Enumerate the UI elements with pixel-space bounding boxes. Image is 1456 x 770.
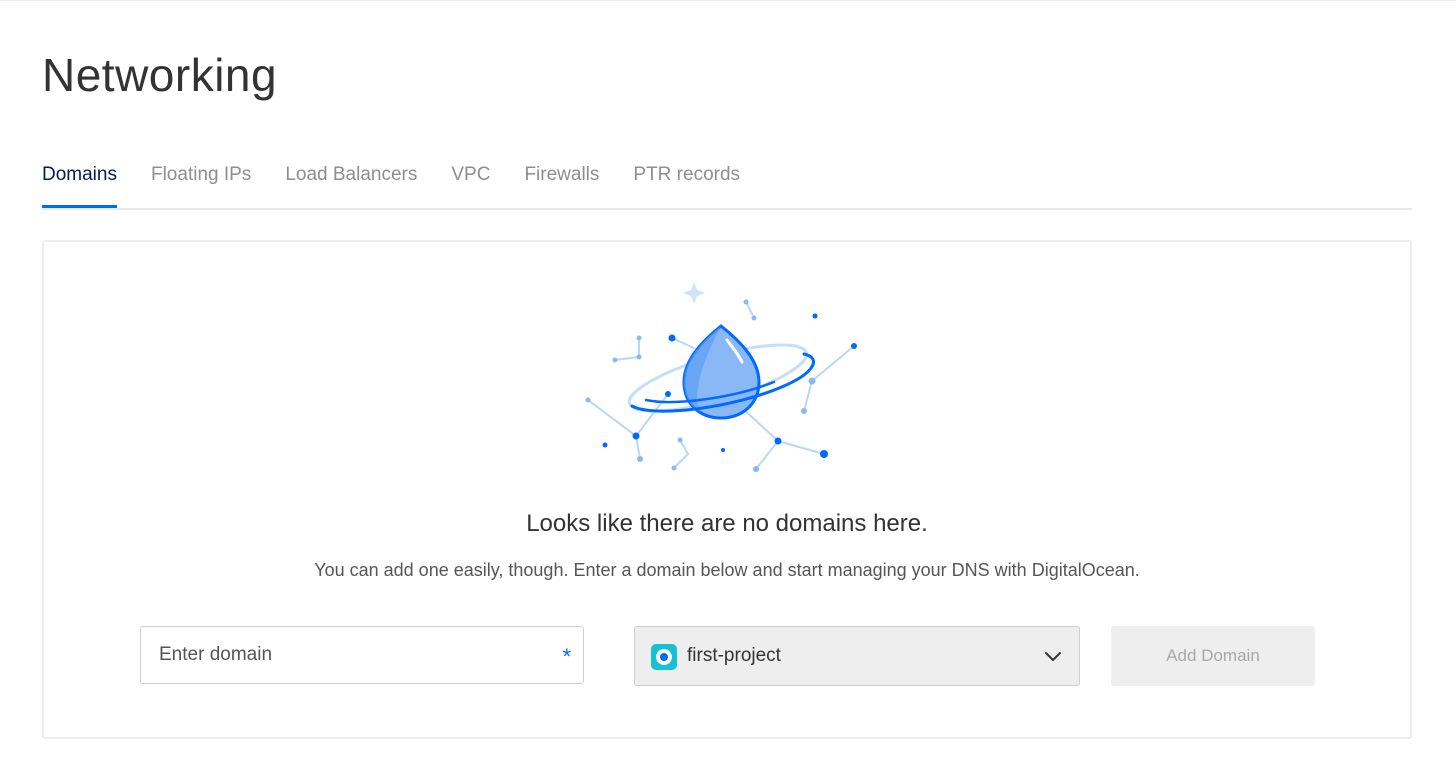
- tab-load-balancers[interactable]: Load Balancers: [285, 158, 417, 206]
- tab-firewalls[interactable]: Firewalls: [524, 158, 599, 206]
- required-asterisk-icon: *: [562, 644, 571, 669]
- add-domain-button[interactable]: Add Domain: [1111, 626, 1315, 686]
- tab-ptr-records[interactable]: PTR records: [633, 158, 740, 206]
- chevron-down-icon: [1045, 652, 1061, 661]
- project-icon: [651, 644, 677, 670]
- empty-state-title: Looks like there are no domains here.: [526, 510, 928, 537]
- droplet-planet-illustration: [585, 282, 857, 472]
- page-title: Networking: [42, 49, 278, 101]
- empty-state-description: You can add one easily, though. Enter a …: [314, 560, 1140, 580]
- networking-tabs: Domains Floating IPs Load Balancers VPC …: [42, 158, 1412, 210]
- domains-empty-panel: Looks like there are no domains here. Yo…: [42, 240, 1412, 739]
- project-select-value: first-project: [687, 645, 781, 666]
- domain-field: *: [140, 626, 584, 684]
- top-divider: [0, 0, 1456, 1]
- tab-vpc[interactable]: VPC: [451, 158, 490, 206]
- project-select[interactable]: first-project: [634, 626, 1080, 686]
- tab-floating-ips[interactable]: Floating IPs: [151, 158, 251, 206]
- domain-input[interactable]: [141, 627, 541, 683]
- tab-domains[interactable]: Domains: [42, 158, 117, 208]
